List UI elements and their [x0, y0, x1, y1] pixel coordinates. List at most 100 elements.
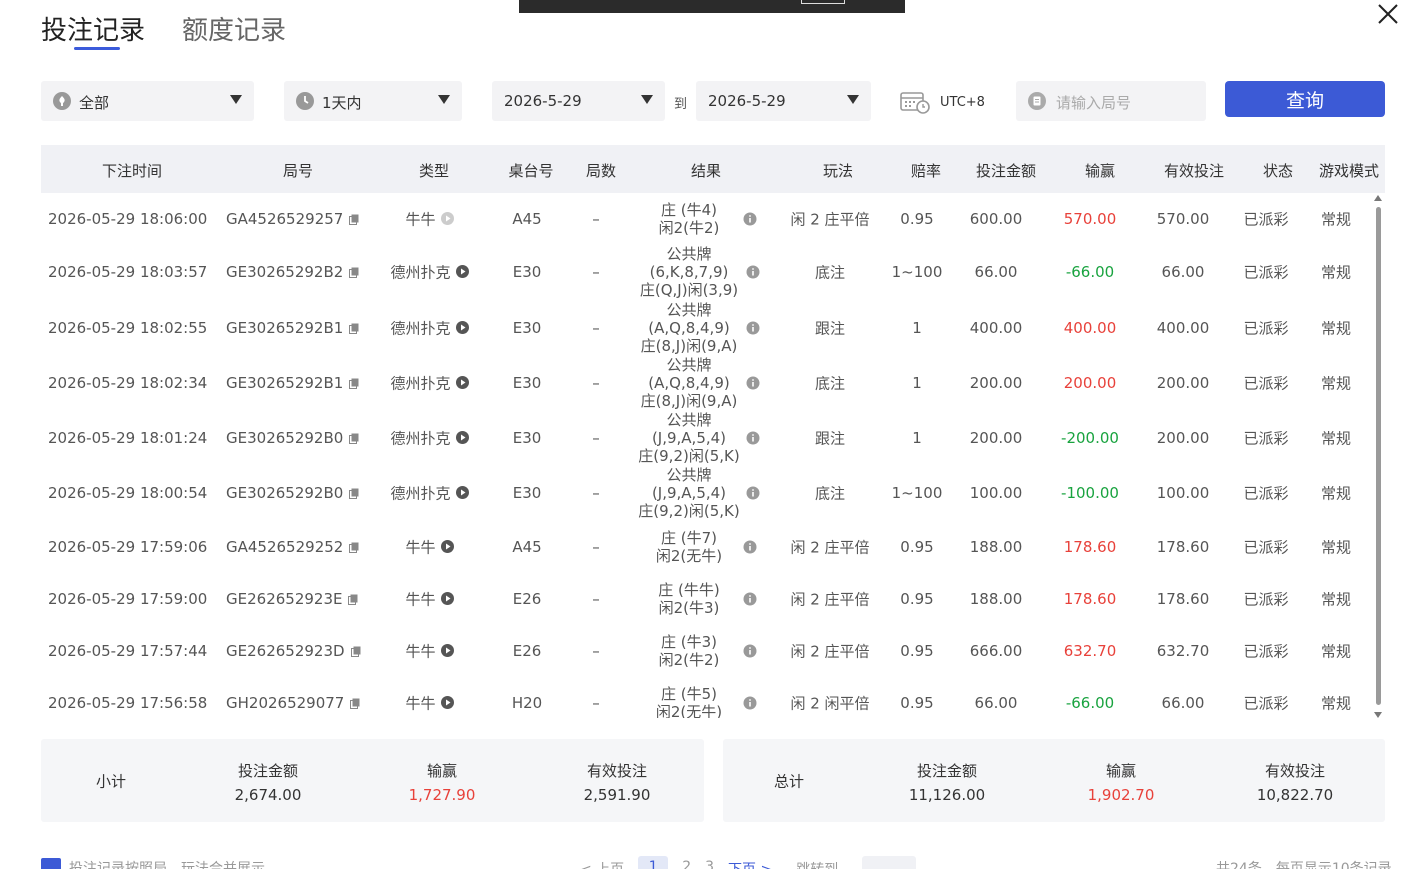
result-line: 庄(Q,J)闲(3,9)	[639, 281, 739, 299]
query-button[interactable]: 查询	[1225, 81, 1385, 117]
replay-play-icon[interactable]	[456, 431, 470, 445]
bet-time-cell: 2026-05-29 17:59:00	[48, 590, 208, 608]
result-line: (J,9,A,5,4)	[651, 429, 727, 447]
subtotal-winloss: 输赢 1,727.90	[409, 759, 476, 807]
valid-bet-cell: 66.00	[1161, 694, 1205, 712]
col-odds-header: 赔率	[910, 162, 942, 180]
info-icon[interactable]	[743, 540, 757, 554]
copy-icon[interactable]	[350, 698, 360, 709]
game-type-cell: 牛牛	[405, 209, 455, 230]
prev-page-button[interactable]: < 上页	[580, 856, 624, 869]
info-icon[interactable]	[743, 644, 757, 658]
bet-amount-cell: 600.00	[969, 210, 1023, 228]
scrollbar-thumb[interactable]	[1376, 207, 1381, 705]
result-line: 公共牌	[666, 356, 712, 374]
info-icon[interactable]	[746, 431, 760, 445]
clock-icon	[296, 92, 314, 110]
round-number-input[interactable]: 请输入局号	[1016, 81, 1206, 121]
replay-play-icon[interactable]	[441, 540, 455, 554]
record-count-info: 共24条，每页显示10条记录	[1216, 861, 1392, 869]
result-line: 庄 (牛牛)	[658, 581, 720, 599]
result-line: 庄 (牛3)	[660, 633, 718, 651]
info-icon[interactable]	[746, 376, 760, 390]
copy-icon[interactable]	[349, 542, 359, 553]
game-mode-cell: 常规	[1320, 694, 1352, 713]
total-winloss: 输赢 1,902.70	[1088, 759, 1155, 807]
winloss-cell: -66.00	[1065, 263, 1115, 281]
copy-icon[interactable]	[349, 488, 359, 499]
time-range-select[interactable]: 1天内	[284, 81, 462, 121]
game-type-text: 牛牛	[405, 538, 436, 557]
replay-play-icon[interactable]	[441, 644, 455, 658]
replay-play-icon[interactable]	[441, 212, 455, 226]
merge-display-checkbox[interactable]	[41, 858, 61, 869]
replay-play-icon[interactable]	[456, 486, 470, 500]
status-cell: 已派彩	[1243, 590, 1289, 609]
result-line: (A,Q,8,4,9)	[648, 319, 730, 337]
scroll-up-arrow-icon[interactable]	[1374, 195, 1382, 201]
copy-icon[interactable]	[349, 267, 359, 278]
time-range-value: 1天内	[322, 94, 362, 112]
copy-icon[interactable]	[348, 594, 358, 605]
scroll-down-arrow-icon[interactable]	[1374, 712, 1382, 718]
table-scrollbar[interactable]	[1373, 195, 1383, 718]
round-no-cell: GH2026529077	[226, 694, 360, 712]
status-cell: 已派彩	[1243, 538, 1289, 557]
game-type-cell: 德州扑克	[390, 262, 470, 283]
copy-icon[interactable]	[349, 214, 359, 225]
play-type-cell: 闲 2 闲平倍	[790, 694, 870, 713]
round-no-cell: GE30265292B0	[226, 429, 359, 447]
info-icon[interactable]	[746, 265, 760, 279]
page-3-button[interactable]: 3	[705, 856, 714, 869]
play-type-cell: 底注	[814, 374, 846, 393]
subtotal-bet-value: 2,674.00	[234, 786, 302, 804]
round-no-text: GA4526529257	[226, 210, 344, 228]
copy-icon[interactable]	[349, 378, 359, 389]
replay-play-icon[interactable]	[456, 265, 470, 279]
game-type-cell: 德州扑克	[390, 318, 470, 339]
table-no-cell: E30	[512, 484, 542, 502]
table-no-cell: A45	[512, 538, 542, 556]
close-icon[interactable]	[1376, 2, 1400, 26]
bet-time-cell: 2026-05-29 17:56:58	[48, 694, 208, 712]
valid-bet-cell: 400.00	[1156, 319, 1210, 337]
jump-to-page-input[interactable]	[862, 856, 917, 869]
copy-icon[interactable]	[349, 433, 359, 444]
info-icon[interactable]	[746, 321, 760, 335]
game-mode-cell: 常规	[1320, 642, 1352, 661]
game-filter-select[interactable]: 全部	[41, 81, 254, 121]
replay-play-icon[interactable]	[441, 592, 455, 606]
tab-credit-records[interactable]: 额度记录	[182, 10, 286, 47]
info-icon[interactable]	[743, 212, 757, 226]
footer-bar: 投注记录按照局，玩法合并展示 < 上页 1 2 3 下页 > 跳转到 共24条，…	[0, 852, 1402, 869]
bet-records-table: 2026-05-29 18:06:00 GA4526529257 牛牛 A45 – 庄 (…	[41, 193, 1385, 718]
game-type-text: 德州扑克	[390, 374, 451, 393]
info-icon[interactable]	[743, 592, 757, 606]
result-line: 庄(8,J)闲(9,A)	[640, 392, 738, 410]
total-valid: 有效投注 10,822.70	[1257, 759, 1333, 807]
copy-icon[interactable]	[349, 323, 359, 334]
next-page-button[interactable]: 下页 >	[728, 856, 772, 869]
subtotal-winloss-value: 1,727.90	[408, 786, 476, 804]
date-from-select[interactable]: 2026-5-29	[492, 81, 665, 121]
tab-bet-records[interactable]: 投注记录	[41, 10, 145, 47]
replay-play-icon[interactable]	[456, 376, 470, 390]
replay-play-icon[interactable]	[441, 696, 455, 710]
result-line: 公共牌	[666, 466, 712, 484]
info-icon[interactable]	[743, 696, 757, 710]
winloss-cell: -100.00	[1061, 484, 1119, 502]
page-1-button[interactable]: 1	[638, 856, 669, 869]
page-2-button[interactable]: 2	[682, 856, 691, 869]
round-count-cell: –	[592, 590, 600, 608]
round-no-text: GA4526529252	[226, 538, 344, 556]
status-cell: 已派彩	[1243, 263, 1289, 282]
replay-play-icon[interactable]	[456, 321, 470, 335]
date-to-select[interactable]: 2026-5-29	[696, 81, 871, 121]
bet-amount-cell: 188.00	[969, 590, 1023, 608]
bet-time-cell: 2026-05-29 18:06:00	[48, 210, 208, 228]
total-bet-value: 11,126.00	[908, 786, 986, 804]
copy-icon[interactable]	[350, 646, 361, 657]
info-icon[interactable]	[746, 486, 760, 500]
round-no-cell: GE30265292B1	[226, 319, 359, 337]
round-no-cell: GE30265292B1	[226, 374, 359, 392]
